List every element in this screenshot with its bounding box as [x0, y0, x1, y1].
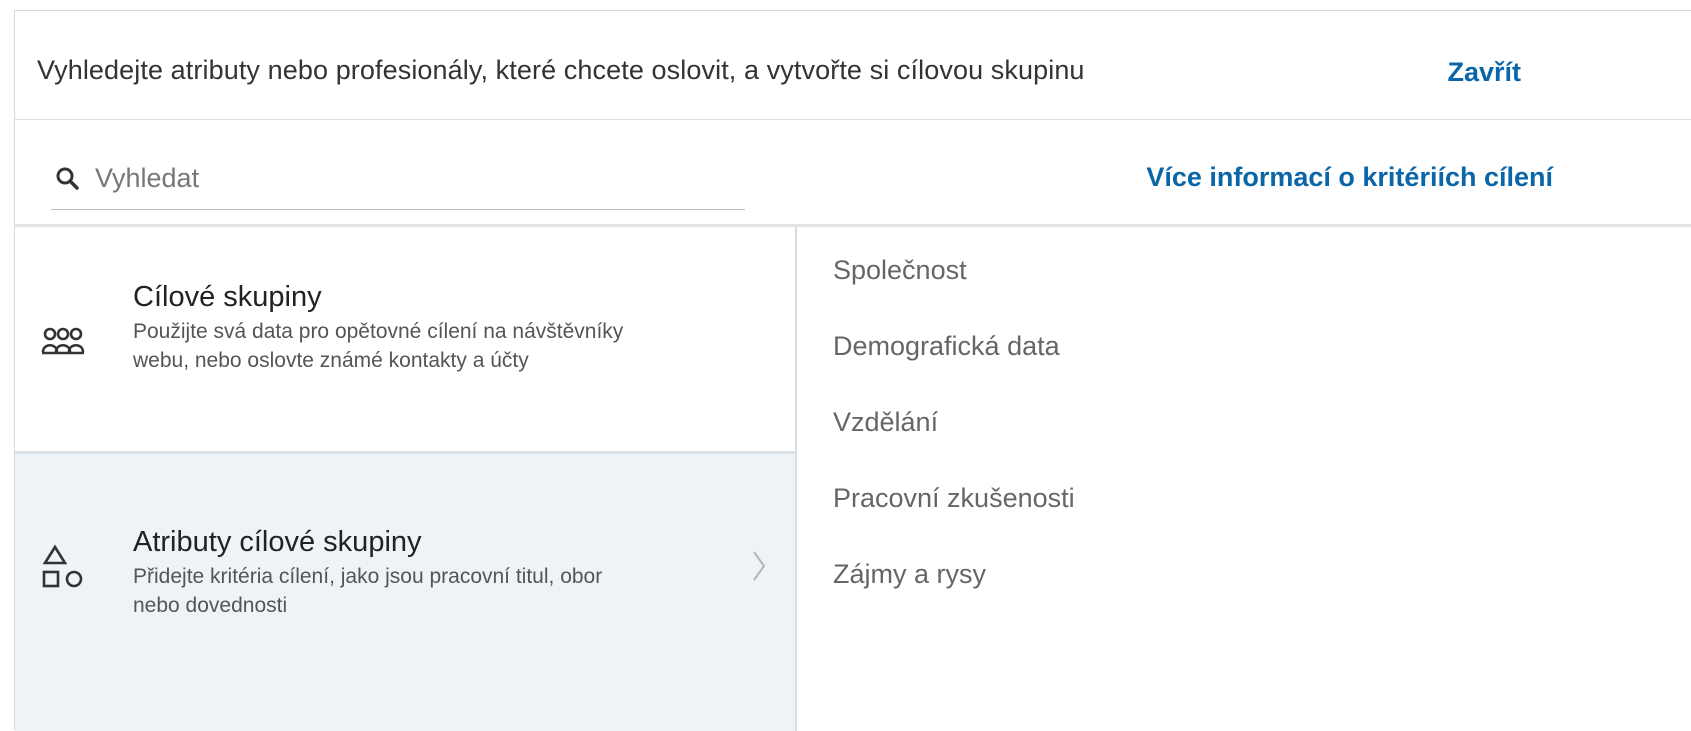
option-list: Cílové skupiny Použijte svá data pro opě…: [15, 227, 797, 731]
category-list: Společnost Demografická data Vzdělání Pr…: [799, 227, 1691, 731]
category-item-work-experience[interactable]: Pracovní zkušenosti: [833, 483, 1075, 514]
search-box[interactable]: [51, 144, 745, 210]
search-input[interactable]: [95, 158, 735, 198]
option-description: Přidejte kritéria cílení, jako jsou prac…: [133, 565, 603, 617]
panel-title: Vyhledejte atributy nebo profesionály, k…: [37, 55, 1085, 85]
more-info-link[interactable]: Více informací o kritériích cílení: [1146, 162, 1553, 193]
option-title: Atributy cílové skupiny: [133, 526, 422, 558]
search-icon: [56, 167, 79, 190]
option-audience-attributes[interactable]: Atributy cílové skupiny Přidejte kritéri…: [15, 451, 795, 731]
close-link[interactable]: Zavřít: [1447, 57, 1521, 88]
option-description: Použijte svá data pro opětovné cílení na…: [133, 320, 624, 372]
category-item-education[interactable]: Vzdělání: [833, 407, 938, 438]
panel-header: Vyhledejte atributy nebo profesionály, k…: [15, 11, 1691, 120]
shapes-icon: [42, 544, 83, 588]
category-item-company[interactable]: Společnost: [833, 255, 967, 286]
option-title: Cílové skupiny: [133, 281, 322, 313]
chevron-right-icon: [753, 551, 766, 581]
targeting-panel: Vyhledejte atributy nebo profesionály, k…: [14, 10, 1691, 731]
audience-group-icon: [41, 327, 85, 355]
category-item-interests-traits[interactable]: Zájmy a rysy: [833, 559, 986, 590]
category-item-demographics[interactable]: Demografická data: [833, 331, 1060, 362]
search-row: Více informací o kritériích cílení: [15, 120, 1691, 226]
option-audiences[interactable]: Cílové skupiny Použijte svá data pro opě…: [15, 227, 795, 451]
